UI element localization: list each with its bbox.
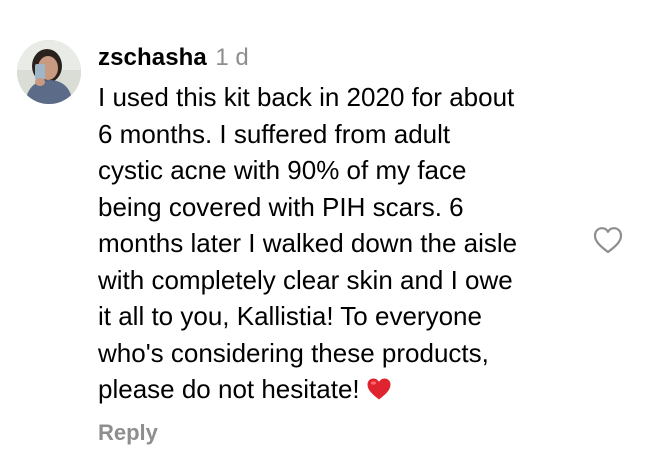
comment-line: I used this kit back in 2020 for about: [98, 82, 515, 112]
red-heart-emoji-icon: [366, 374, 392, 411]
avatar[interactable]: [17, 40, 81, 104]
username[interactable]: zschasha: [98, 44, 207, 71]
comment-header: zschasha 1 d: [98, 44, 249, 74]
comment-line: with completely clear skin and I owe: [98, 264, 513, 295]
avatar-photo: [17, 40, 81, 104]
comment-line: cystic acne with 90% of my face: [98, 155, 467, 185]
reply-button[interactable]: Reply: [98, 420, 158, 446]
comment-line: months later I walked down the aisle: [98, 228, 518, 258]
heart-outline-icon[interactable]: [592, 225, 624, 255]
comment-text: I used this kit back in 2020 for about 6…: [98, 79, 588, 411]
comment: zschasha 1 d I used this kit back in 202…: [0, 0, 650, 462]
comment-line: who's considering these products,: [98, 337, 489, 368]
comment-line: being covered with PIH scars. 6: [98, 191, 464, 222]
comment-line: it all to you, Kallistia! To everyone: [98, 301, 482, 331]
comment-line: 6 months. I suffered from adult: [98, 118, 451, 149]
comment-last-line: please do not hesitate!: [98, 371, 588, 411]
comment-line: please do not hesitate!: [98, 374, 360, 404]
timestamp: 1 d: [215, 44, 249, 71]
